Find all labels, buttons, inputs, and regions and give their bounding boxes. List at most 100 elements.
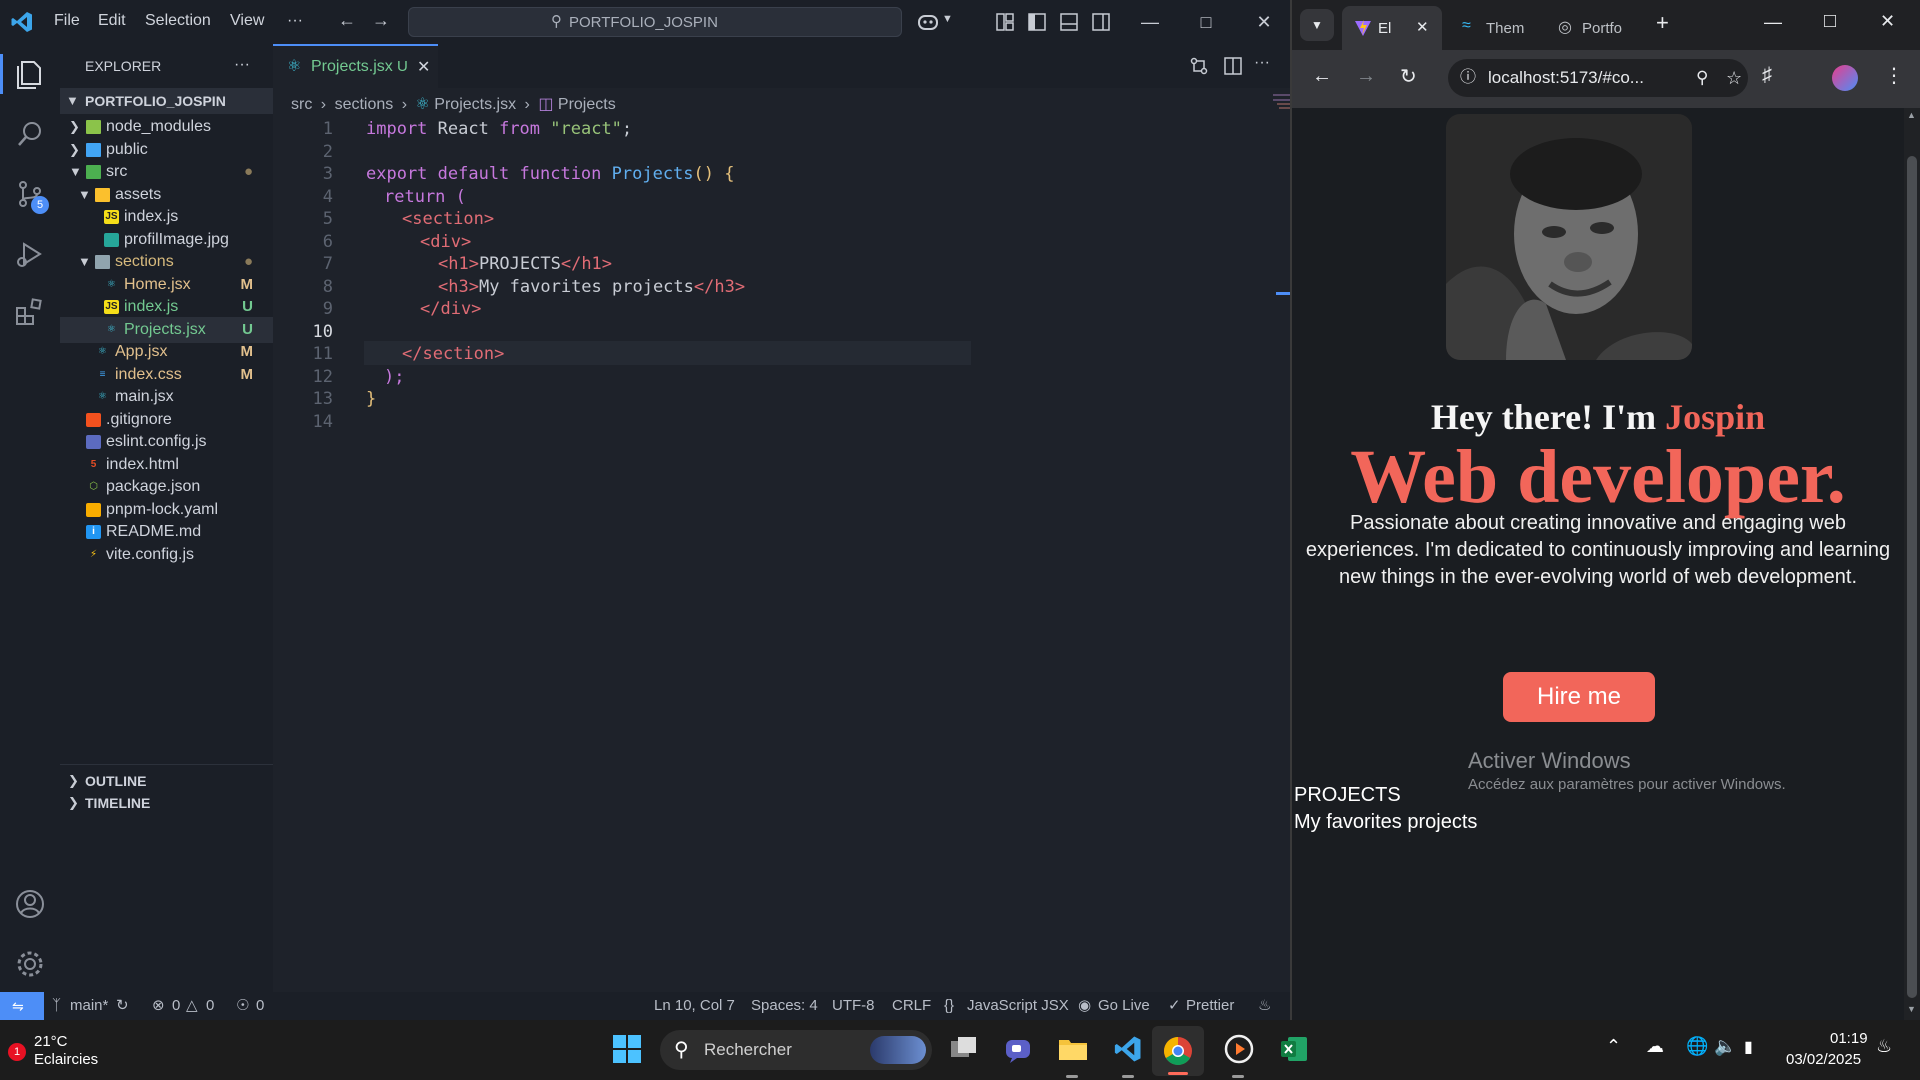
scroll-down-icon[interactable]: ▼ bbox=[1907, 1004, 1916, 1014]
tree-item[interactable]: ⚡ vite.config.js bbox=[60, 542, 273, 568]
go-live[interactable]: Go Live bbox=[1098, 992, 1150, 1020]
vscode-taskbar-icon[interactable] bbox=[1113, 1034, 1143, 1064]
browser-tab-active[interactable]: El ✕ bbox=[1342, 6, 1442, 50]
new-tab-icon[interactable]: + bbox=[1656, 10, 1669, 36]
tab-label: Projects.jsx bbox=[311, 58, 393, 75]
volume-icon[interactable]: 🔈 bbox=[1714, 1036, 1736, 1057]
timeline-section[interactable]: ❯ TIMELINE bbox=[60, 790, 273, 816]
tab-close-icon[interactable]: ✕ bbox=[1416, 18, 1429, 36]
show-hidden-icons-icon[interactable]: ⌃ bbox=[1606, 1036, 1621, 1057]
prettier[interactable]: Prettier bbox=[1186, 992, 1234, 1020]
tab-search-icon[interactable]: ▼ bbox=[1300, 9, 1334, 41]
open-changes-icon[interactable] bbox=[1190, 57, 1208, 75]
onedrive-icon[interactable]: ☁ bbox=[1646, 1036, 1664, 1057]
scroll-up-icon[interactable]: ▲ bbox=[1907, 110, 1916, 120]
breadcrumb-symbol[interactable]: Projects bbox=[558, 96, 616, 113]
language-globe-icon[interactable]: 🌐 bbox=[1686, 1036, 1708, 1057]
browser-menu-icon[interactable]: ⋮ bbox=[1884, 63, 1904, 88]
tab-projects-jsx[interactable]: ⚛ Projects.jsx U ✕ bbox=[273, 44, 438, 88]
git-branch[interactable]: main* bbox=[70, 992, 108, 1020]
editor-more-icon[interactable]: ··· bbox=[1254, 54, 1270, 72]
tab-close-icon[interactable]: ✕ bbox=[417, 57, 430, 77]
warning-count[interactable]: 0 bbox=[206, 992, 214, 1020]
site-info-icon[interactable]: ⓘ bbox=[1460, 59, 1476, 97]
explorer-icon[interactable] bbox=[12, 56, 48, 92]
toggle-panel-icon[interactable] bbox=[1060, 13, 1078, 31]
file-explorer-icon[interactable] bbox=[1058, 1036, 1088, 1062]
clock-time[interactable]: 01:19 bbox=[1830, 1030, 1868, 1047]
maximize-icon[interactable]: □ bbox=[1824, 10, 1836, 33]
avatar[interactable] bbox=[1832, 65, 1858, 91]
notification-bell-icon[interactable]: ♨ bbox=[1876, 1036, 1892, 1057]
run-debug-icon[interactable] bbox=[12, 236, 48, 272]
sync-icon[interactable]: ↻ bbox=[116, 992, 129, 1020]
settings-gear-icon[interactable] bbox=[12, 946, 48, 982]
remote-indicator[interactable]: ⇋ bbox=[0, 992, 44, 1020]
code-editor[interactable]: 1 import React from "react"; 2 3 export de… bbox=[273, 116, 1273, 496]
hire-me-button[interactable]: Hire me bbox=[1503, 672, 1655, 722]
vite-icon: ⚡ bbox=[89, 548, 98, 560]
breadcrumb-sections[interactable]: sections bbox=[335, 96, 394, 113]
encoding[interactable]: UTF-8 bbox=[832, 992, 875, 1020]
symbol-function-icon: ◫ bbox=[538, 96, 554, 113]
search-sidebar-icon[interactable] bbox=[12, 116, 48, 152]
maximize-icon[interactable]: □ bbox=[1192, 8, 1220, 36]
weather-widget[interactable]: 1 21°C Eclaircies bbox=[8, 1033, 158, 1069]
bookmark-star-icon[interactable]: ☆ bbox=[1726, 59, 1742, 97]
menu-file[interactable]: File bbox=[54, 12, 80, 30]
split-editor-icon[interactable] bbox=[1224, 57, 1242, 75]
back-icon[interactable]: ← bbox=[1312, 65, 1332, 88]
close-icon[interactable]: ✕ bbox=[1250, 8, 1278, 36]
extensions-icon[interactable] bbox=[12, 294, 48, 330]
explorer-more-button[interactable]: ··· bbox=[234, 56, 250, 74]
accounts-icon[interactable] bbox=[12, 886, 48, 922]
clock-date[interactable]: 03/02/2025 bbox=[1786, 1051, 1861, 1068]
menu-more[interactable]: ··· bbox=[287, 12, 303, 30]
nav-back-icon[interactable]: ← bbox=[338, 10, 356, 31]
customize-layout-icon[interactable] bbox=[996, 13, 1014, 31]
task-view-icon[interactable] bbox=[950, 1036, 978, 1062]
zoom-icon[interactable]: ⚲ bbox=[1696, 59, 1708, 97]
scrollbar-thumb[interactable] bbox=[1907, 156, 1917, 998]
copilot-icon[interactable] bbox=[916, 11, 940, 33]
browser-tab-title: Portfo bbox=[1582, 20, 1623, 37]
notifications-bell-icon[interactable]: ♨ bbox=[1258, 992, 1271, 1020]
taskbar-search[interactable]: ⚲ Rechercher bbox=[660, 1030, 932, 1070]
menu-view[interactable]: View bbox=[230, 12, 264, 30]
reload-icon[interactable]: ↻ bbox=[1400, 64, 1417, 89]
minimize-icon[interactable]: — bbox=[1764, 12, 1782, 33]
nav-forward-icon[interactable]: → bbox=[372, 10, 390, 31]
toggle-secondary-sidebar-icon[interactable] bbox=[1092, 13, 1110, 31]
battery-icon[interactable]: ▮ bbox=[1744, 1037, 1753, 1057]
media-player-icon[interactable] bbox=[1224, 1034, 1254, 1064]
toggle-primary-sidebar-icon[interactable] bbox=[1028, 13, 1046, 31]
menu-selection[interactable]: Selection bbox=[145, 12, 211, 30]
error-count[interactable]: 0 bbox=[172, 992, 180, 1020]
windows-start-icon[interactable] bbox=[612, 1034, 642, 1064]
indentation[interactable]: Spaces: 4 bbox=[751, 992, 818, 1020]
chrome-taskbar-active[interactable] bbox=[1152, 1026, 1204, 1076]
cursor-position[interactable]: Ln 10, Col 7 bbox=[654, 992, 735, 1020]
root-folder-row[interactable]: ▼ PORTFOLIO_JOSPIN bbox=[60, 88, 273, 114]
browser-tab[interactable]: ◎ Portfo bbox=[1550, 6, 1642, 50]
command-center-search[interactable]: ⚲ PORTFOLIO_JOSPIN bbox=[408, 7, 902, 37]
copilot-chevron-icon[interactable]: ▼ bbox=[942, 13, 953, 25]
breadcrumb-src[interactable]: src bbox=[291, 96, 312, 113]
forward-icon[interactable]: → bbox=[1356, 65, 1376, 88]
js-icon: JS bbox=[104, 300, 119, 314]
activity-bar: 5 bbox=[0, 44, 60, 992]
close-icon[interactable]: ✕ bbox=[1880, 11, 1895, 32]
minimize-icon[interactable]: — bbox=[1136, 8, 1164, 36]
extensions-icon[interactable]: ♯ bbox=[1762, 64, 1772, 87]
react-icon: ⚛ bbox=[98, 346, 107, 357]
address-bar[interactable]: ⓘ localhost:5173/#co... ⚲ ☆ bbox=[1448, 59, 1748, 97]
language-mode[interactable]: JavaScript JSX bbox=[967, 992, 1069, 1020]
ports-count[interactable]: 0 bbox=[256, 992, 264, 1020]
breadcrumb-file[interactable]: Projects.jsx bbox=[434, 96, 516, 113]
page-scrollbar[interactable]: ▲ ▼ bbox=[1904, 108, 1920, 1020]
excel-icon[interactable] bbox=[1280, 1036, 1308, 1062]
end-of-line[interactable]: CRLF bbox=[892, 992, 931, 1020]
browser-tab[interactable]: ≈ Them bbox=[1454, 6, 1546, 50]
menu-edit[interactable]: Edit bbox=[98, 12, 126, 30]
teams-chat-icon[interactable] bbox=[1004, 1036, 1032, 1064]
